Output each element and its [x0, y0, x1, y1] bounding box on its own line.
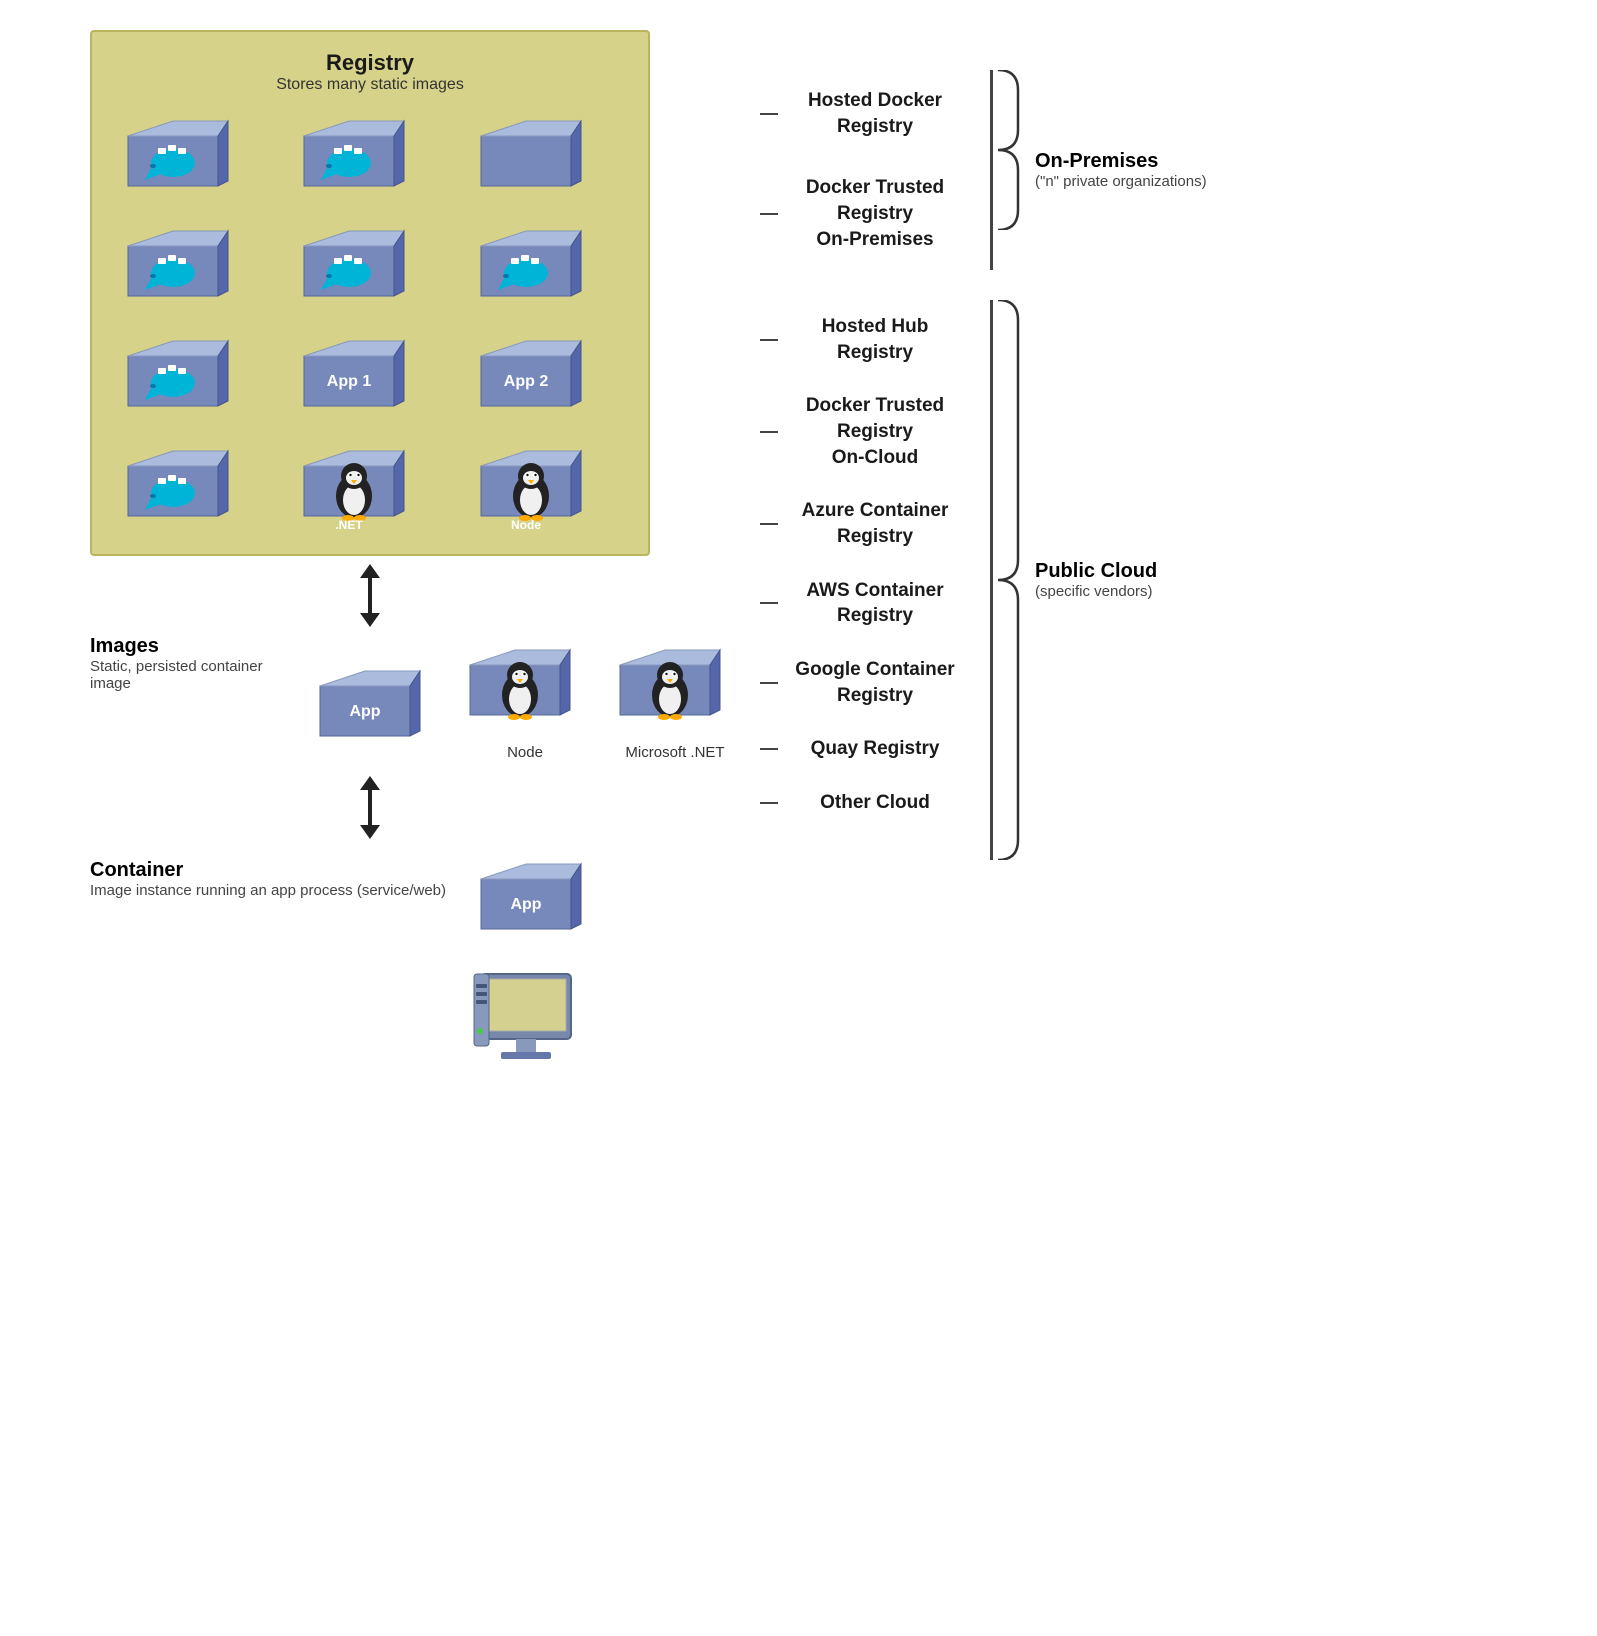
list-item: App 1 [287, 326, 432, 426]
on-premises-brace [993, 70, 1023, 230]
images-text: Images Static, persisted container image [90, 635, 290, 692]
registry-item-quay: Quay Registry [760, 722, 990, 776]
list-item: Node [463, 436, 608, 536]
right-section: Hosted DockerRegistry Docker TrustedRegi… [720, 30, 1577, 1079]
images-title: Images [90, 635, 290, 658]
on-premises-title: On-Premises [1035, 150, 1207, 173]
registry-item-hosted-hub: Hosted HubRegistry [760, 300, 990, 379]
container-text: Container Image instance running an app … [90, 859, 446, 899]
left-section: Registry Stores many static images [20, 30, 720, 1079]
public-cloud-brace [993, 300, 1023, 860]
registry-subtitle: Stores many static images [110, 76, 630, 94]
container-grid: App 1 App 2 [110, 106, 630, 536]
svg-text:.NET: .NET [335, 518, 363, 532]
list-item [110, 436, 255, 536]
container-desc: Image instance running an app process (s… [90, 882, 446, 899]
registry-title: Registry [110, 50, 630, 76]
list-item [110, 216, 255, 316]
registry-item-azure: Azure ContainerRegistry [760, 484, 990, 563]
registry-item-docker-trusted-cloud: Docker TrustedRegistryOn-Cloud [760, 379, 990, 484]
registry-item-aws: AWS ContainerRegistry [760, 564, 990, 643]
list-item: App [471, 859, 601, 954]
public-cloud-sub: (specific vendors) [1035, 583, 1157, 600]
svg-text:App 1: App 1 [327, 373, 372, 390]
registry-to-images-arrow [360, 564, 380, 627]
public-cloud-label: Public Cloud (specific vendors) [1023, 560, 1157, 600]
list-item [287, 106, 432, 206]
registry-item-docker-trusted-onprem: Docker TrustedRegistryOn-Premises [760, 157, 990, 270]
registry-box: Registry Stores many static images [90, 30, 650, 556]
container-section: Container Image instance running an app … [90, 859, 650, 1079]
public-cloud-title: Public Cloud [1035, 560, 1157, 583]
list-item [110, 106, 255, 206]
svg-text:App: App [510, 896, 541, 913]
container-title: Container [90, 859, 446, 882]
svg-text:App 2: App 2 [504, 373, 549, 390]
images-section: Images Static, persisted container image… [20, 635, 720, 761]
images-to-container-arrow [360, 776, 380, 839]
server-icon [466, 969, 606, 1079]
list-item [463, 106, 608, 206]
list-item [463, 216, 608, 316]
list-item [110, 326, 255, 426]
node-label: Node [460, 744, 590, 761]
images-desc: Static, persisted container image [90, 658, 290, 692]
list-item: App 2 [463, 326, 608, 426]
registry-item-google: Google ContainerRegistry [760, 643, 990, 722]
registry-item-other-cloud: Other Cloud [760, 776, 990, 830]
registry-item-hosted-docker: Hosted DockerRegistry [760, 70, 990, 157]
on-premises-sub: ("n" private organizations) [1035, 173, 1207, 190]
list-item [287, 216, 432, 316]
list-item: App [310, 666, 440, 761]
list-item: Node [460, 635, 590, 761]
svg-text:App: App [349, 703, 380, 720]
on-premises-label: On-Premises ("n" private organizations) [1023, 150, 1207, 190]
svg-text:Node: Node [511, 518, 541, 532]
list-item: .NET [287, 436, 432, 536]
